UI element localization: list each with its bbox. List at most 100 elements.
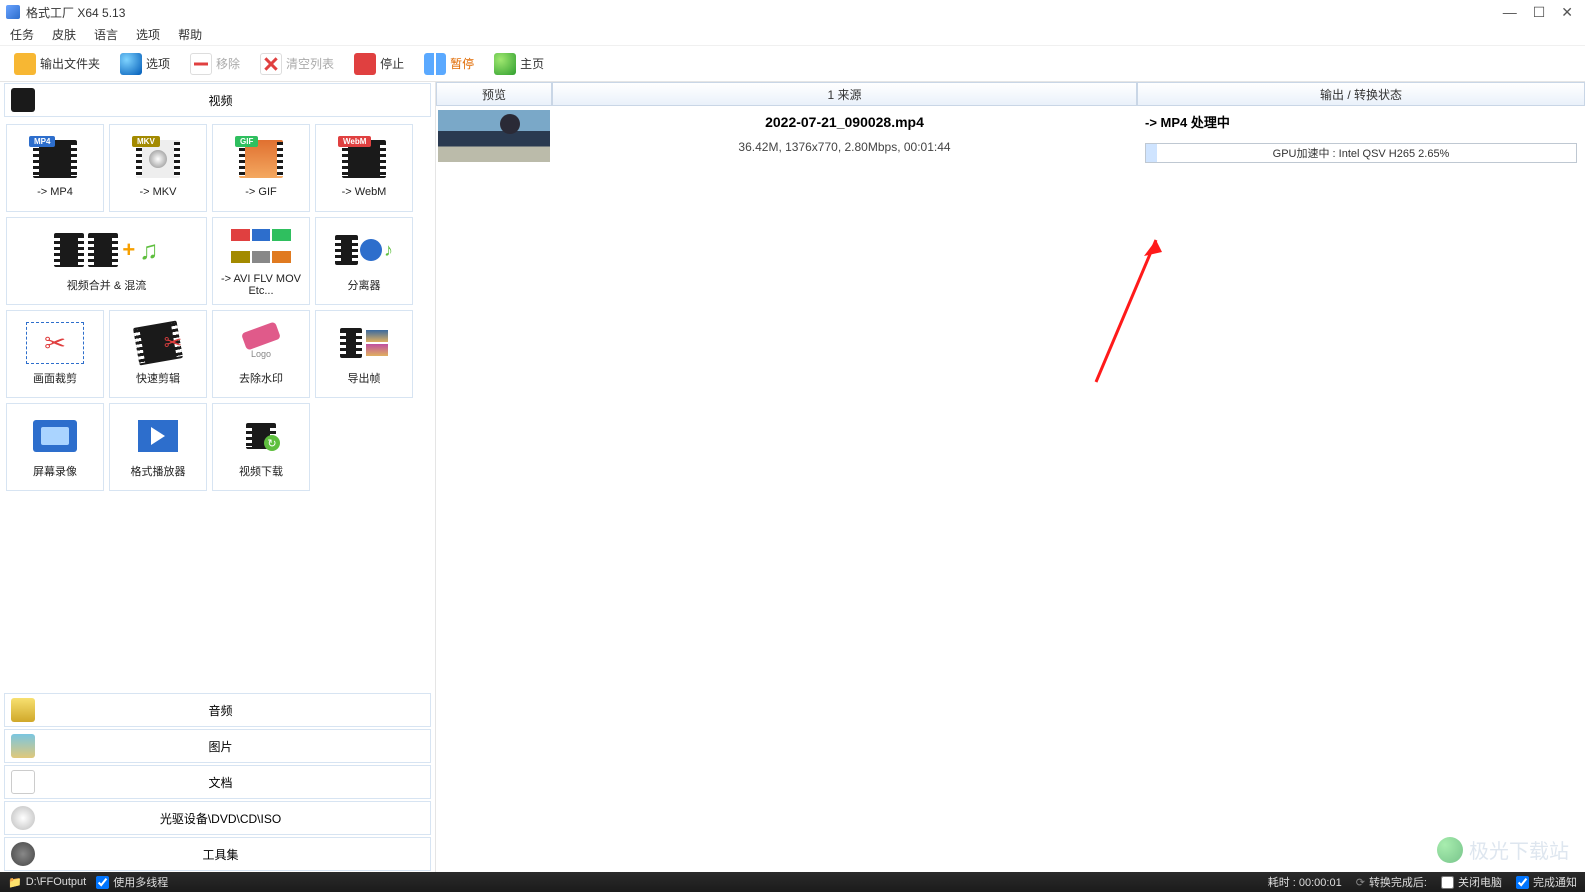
watermark-logo-icon: [1437, 837, 1463, 863]
to-webm-label: -> WebM: [342, 186, 387, 198]
to-avi-etc-label: -> AVI FLV MOV Etc...: [217, 273, 305, 297]
category-video-label: 视频: [41, 92, 400, 109]
shutdown-checkbox[interactable]: [1441, 876, 1454, 889]
category-document[interactable]: 文档: [4, 765, 431, 799]
sidebar: 视频 MP4 -> MP4 MKV -> MKV GIF -> GIF WebM…: [0, 82, 436, 872]
clear-list-label: 清空列表: [286, 55, 334, 72]
task-status: -> MP4 处理中: [1145, 112, 1577, 131]
watermark: 极光下载站: [1437, 835, 1569, 864]
tools-cat-icon: [11, 842, 35, 866]
pause-button[interactable]: 暂停: [418, 51, 480, 77]
maximize-button[interactable]: ☐: [1533, 5, 1546, 19]
main-area: 预览 1 来源 输出 / 转换状态 2022-07-21_090028.mp4 …: [436, 82, 1585, 872]
remove-button[interactable]: 移除: [184, 51, 246, 77]
stop-icon: [354, 53, 376, 75]
home-label: 主页: [520, 55, 544, 72]
task-row[interactable]: 2022-07-21_090028.mp4 36.42M, 1376x770, …: [436, 106, 1585, 167]
progress-text: GPU加速中 : Intel QSV H265 2.65%: [1273, 145, 1450, 161]
home-button[interactable]: 主页: [488, 51, 550, 77]
output-folder-label: 输出文件夹: [40, 55, 100, 72]
menu-lang[interactable]: 语言: [94, 26, 118, 43]
category-audio[interactable]: 音频: [4, 693, 431, 727]
screen-record-button[interactable]: 屏幕录像: [6, 403, 104, 491]
video-grid: MP4 -> MP4 MKV -> MKV GIF -> GIF WebM ->…: [0, 118, 435, 497]
to-mp4-button[interactable]: MP4 -> MP4: [6, 124, 104, 212]
folder-icon: [14, 53, 36, 75]
video-merge-button[interactable]: + ♫ 视频合并 & 混流: [6, 217, 207, 305]
disc-cat-icon: [11, 806, 35, 830]
output-path[interactable]: D:\FFOutput: [26, 876, 87, 888]
output-folder-button[interactable]: 输出文件夹: [8, 51, 106, 77]
menu-skin[interactable]: 皮肤: [52, 26, 76, 43]
player-label: 格式播放器: [131, 463, 186, 479]
category-tools[interactable]: 工具集: [4, 837, 431, 871]
task-output-info: -> MP4 处理中 GPU加速中 : Intel QSV H265 2.65%: [1137, 110, 1585, 163]
category-picture-label: 图片: [41, 738, 400, 755]
titlebar: 格式工厂 X64 5.13 — ☐ ✕: [0, 0, 1585, 24]
window-title: 格式工厂 X64 5.13: [26, 4, 125, 21]
minimize-button[interactable]: —: [1503, 5, 1517, 19]
col-output[interactable]: 输出 / 转换状态: [1137, 82, 1585, 106]
quick-cut-button[interactable]: ✂ 快速剪辑: [109, 310, 207, 398]
notify-checkbox[interactable]: [1516, 876, 1529, 889]
col-preview[interactable]: 预览: [436, 82, 552, 106]
elapsed-time: 耗时 : 00:00:01: [1268, 874, 1342, 890]
category-picture[interactable]: 图片: [4, 729, 431, 763]
close-button[interactable]: ✕: [1561, 5, 1573, 19]
remove-label: 移除: [216, 55, 240, 72]
remove-icon: [190, 53, 212, 75]
stop-button[interactable]: 停止: [348, 51, 410, 77]
to-mp4-label: -> MP4: [37, 186, 73, 198]
to-gif-button[interactable]: GIF -> GIF: [212, 124, 310, 212]
splitter-button[interactable]: ♪ 分离器: [315, 217, 413, 305]
to-mkv-button[interactable]: MKV -> MKV: [109, 124, 207, 212]
video-download-button[interactable]: ↻ 视频下载: [212, 403, 310, 491]
category-disc[interactable]: 光驱设备\DVD\CD\ISO: [4, 801, 431, 835]
menu-task[interactable]: 任务: [10, 26, 34, 43]
toolbar: 输出文件夹 选项 移除 清空列表 停止 暂停 主页: [0, 46, 1585, 82]
progress-fill: [1146, 144, 1157, 162]
export-frame-label: 导出帧: [348, 370, 381, 386]
audio-cat-icon: [11, 698, 35, 722]
remove-watermark-label: 去除水印: [239, 370, 283, 386]
crop-button[interactable]: ✂ 画面裁剪: [6, 310, 104, 398]
remove-watermark-button[interactable]: Logo 去除水印: [212, 310, 310, 398]
category-disc-label: 光驱设备\DVD\CD\ISO: [41, 810, 400, 827]
options-button[interactable]: 选项: [114, 51, 176, 77]
status-bar: 📁 D:\FFOutput 使用多线程 耗时 : 00:00:01 ⟳ 转换完成…: [0, 872, 1585, 892]
category-tools-label: 工具集: [41, 846, 400, 863]
menu-opt[interactable]: 选项: [136, 26, 160, 43]
notify-option[interactable]: 完成通知: [1516, 874, 1577, 890]
task-thumbnail: [438, 110, 550, 162]
pause-label: 暂停: [450, 55, 474, 72]
column-headers: 预览 1 来源 输出 / 转换状态: [436, 82, 1585, 106]
to-avi-etc-button[interactable]: -> AVI FLV MOV Etc...: [212, 217, 310, 305]
multithread-checkbox[interactable]: [96, 876, 109, 889]
home-icon: [494, 53, 516, 75]
task-filename: 2022-07-21_090028.mp4: [552, 114, 1137, 130]
multithread-label: 使用多线程: [113, 874, 168, 890]
export-frame-button[interactable]: 导出帧: [315, 310, 413, 398]
options-label: 选项: [146, 55, 170, 72]
shutdown-option[interactable]: 关闭电脑: [1441, 874, 1502, 890]
col-source[interactable]: 1 来源: [552, 82, 1137, 106]
pause-icon: [424, 53, 446, 75]
video-download-label: 视频下载: [239, 463, 283, 479]
task-progress: GPU加速中 : Intel QSV H265 2.65%: [1145, 143, 1577, 163]
annotation-arrow: [1086, 222, 1186, 392]
picture-cat-icon: [11, 734, 35, 758]
folder-status-icon: 📁: [8, 876, 22, 889]
splitter-label: 分离器: [348, 277, 381, 293]
screen-record-label: 屏幕录像: [33, 463, 77, 479]
menubar: 任务 皮肤 语言 选项 帮助: [0, 24, 1585, 46]
to-webm-button[interactable]: WebM -> WebM: [315, 124, 413, 212]
video-merge-label: 视频合并 & 混流: [67, 277, 146, 293]
clear-list-button[interactable]: 清空列表: [254, 51, 340, 77]
menu-help[interactable]: 帮助: [178, 26, 202, 43]
watermark-text: 极光下载站: [1469, 835, 1569, 864]
category-video[interactable]: 视频: [4, 83, 431, 117]
player-button[interactable]: 格式播放器: [109, 403, 207, 491]
doc-cat-icon: [11, 770, 35, 794]
stop-label: 停止: [380, 55, 404, 72]
to-mkv-label: -> MKV: [140, 186, 177, 198]
